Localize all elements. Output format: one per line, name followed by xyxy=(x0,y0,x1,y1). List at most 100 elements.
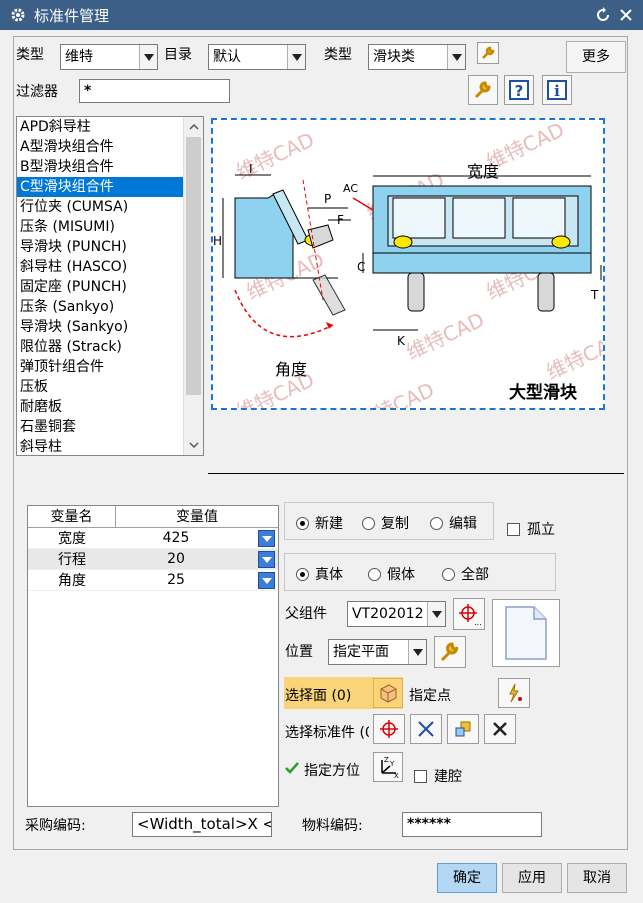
apply-button[interactable]: 应用 xyxy=(502,863,562,893)
svg-text:?: ? xyxy=(515,82,524,100)
list-item[interactable]: 弹顶针组合件 xyxy=(17,357,183,377)
list-item[interactable]: 导滑块 (Sankyo) xyxy=(17,317,183,337)
table-row[interactable]: 宽度 425 xyxy=(28,528,278,549)
table-row[interactable]: 角度 25 xyxy=(28,570,278,591)
type-select-value: 维特 xyxy=(65,49,93,65)
mode-copy-radio[interactable]: 复制 xyxy=(362,513,409,533)
specify-orient-button[interactable]: Z X Y xyxy=(373,752,403,782)
catalog-select-value: 默认 xyxy=(213,49,241,65)
radio-label: 真体 xyxy=(315,567,343,583)
mode-new-radio[interactable]: 新建 xyxy=(296,513,343,533)
purchase-code-label: 采购编码: xyxy=(25,818,86,834)
select-parent-button[interactable]: ... xyxy=(453,598,485,630)
cancel-button[interactable]: 取消 xyxy=(567,863,627,893)
refresh-icon[interactable] xyxy=(593,5,613,25)
type-select[interactable]: 维特 xyxy=(60,44,158,70)
type2-select[interactable]: 滑块类 xyxy=(368,44,466,70)
list-item[interactable]: 耐磨板 xyxy=(17,397,183,417)
list-item[interactable]: APD斜导柱 xyxy=(17,117,183,137)
delete-button[interactable] xyxy=(484,714,516,744)
component-list[interactable]: APD斜导柱 A型滑块组合件 B型滑块组合件 C型滑块组合件 行位夹 (CUMSA) 压条… xyxy=(16,116,204,456)
slider-drawing xyxy=(222,174,602,338)
position-label: 位置 xyxy=(285,644,313,660)
list-item[interactable]: 压条 (MISUMI) xyxy=(17,217,183,237)
gear-icon[interactable] xyxy=(10,7,26,23)
list-item[interactable]: 石墨铜套 xyxy=(17,417,183,437)
list-item[interactable]: 压板 xyxy=(17,377,183,397)
variable-table[interactable]: 变量名 变量值 宽度 425 行程 20 角度 25 xyxy=(27,505,279,807)
specify-point-button[interactable] xyxy=(498,678,530,708)
dim-F-label: F xyxy=(337,213,344,227)
chevron-down-icon[interactable] xyxy=(408,640,426,664)
build-cavity-checkbox[interactable]: 建腔 xyxy=(414,766,462,786)
list-item[interactable]: 斜导柱 (HASCO) xyxy=(17,257,183,277)
chevron-up-icon[interactable] xyxy=(184,117,204,137)
specify-orient-label: 指定方位 xyxy=(304,763,360,779)
radio-dot xyxy=(296,516,309,530)
list-item[interactable]: C型滑块组合件 xyxy=(17,177,183,197)
parent-select[interactable]: VT202012 xyxy=(347,601,446,627)
separator-line xyxy=(208,473,624,474)
scrollbar-thumb[interactable] xyxy=(186,137,201,395)
list-item[interactable]: 限位器 (Strack) xyxy=(17,337,183,357)
body-all-radio[interactable]: 全部 xyxy=(442,564,489,584)
filter-input[interactable]: * xyxy=(79,79,230,103)
info-button[interactable]: i xyxy=(542,75,572,105)
copy-component-button[interactable] xyxy=(447,714,479,744)
list-item[interactable]: 固定座 (PUNCH) xyxy=(17,277,183,297)
list-item[interactable]: A型滑块组合件 xyxy=(17,137,183,157)
chevron-down-icon[interactable] xyxy=(139,45,157,69)
title-bar: 标准件管理 xyxy=(0,0,643,30)
ok-button[interactable]: 确定 xyxy=(437,863,497,893)
variable-value[interactable]: 25 xyxy=(116,572,236,588)
body-fake-radio[interactable]: 假体 xyxy=(368,564,415,584)
chevron-down-icon[interactable] xyxy=(258,530,275,547)
variable-value[interactable]: 425 xyxy=(116,530,236,546)
position-settings-button[interactable] xyxy=(434,636,466,668)
checkbox-box xyxy=(507,522,520,536)
document-preview-button[interactable] xyxy=(492,599,560,667)
list-item[interactable]: 导滑块 (PUNCH) xyxy=(17,237,183,257)
chevron-down-icon[interactable] xyxy=(447,45,465,69)
point-icon xyxy=(509,683,522,703)
wrench-button[interactable] xyxy=(477,42,499,64)
purchase-code-input[interactable]: <Width_total>X < xyxy=(132,812,272,837)
mode-edit-radio[interactable]: 编辑 xyxy=(430,513,477,533)
chevron-down-icon[interactable] xyxy=(258,572,275,589)
select-face-label[interactable]: 选择面 (0) xyxy=(285,685,351,705)
variable-value[interactable]: 20 xyxy=(116,551,236,567)
chevron-down-icon[interactable] xyxy=(427,602,445,626)
list-item[interactable]: 压条 (Sankyo) xyxy=(17,297,183,317)
chevron-down-icon[interactable] xyxy=(287,45,305,69)
table-row[interactable]: 行程 20 xyxy=(28,549,278,570)
variable-name: 宽度 xyxy=(58,531,86,547)
isolate-checkbox[interactable]: 孤立 xyxy=(507,519,555,539)
radio-label: 编辑 xyxy=(449,516,477,532)
position-select[interactable]: 指定平面 xyxy=(328,639,427,665)
settings-button[interactable] xyxy=(468,75,498,105)
body-solid-radio[interactable]: 真体 xyxy=(296,564,343,584)
select-std-button[interactable] xyxy=(373,714,405,744)
catalog-select[interactable]: 默认 xyxy=(208,44,306,70)
window-title: 标准件管理 xyxy=(34,6,110,25)
radio-label: 假体 xyxy=(387,567,415,583)
chevron-down-icon[interactable] xyxy=(258,551,275,568)
axes-icon: Z X Y xyxy=(381,756,399,779)
chevron-down-icon[interactable] xyxy=(184,435,204,455)
close-icon[interactable] xyxy=(616,5,636,25)
dim-H-label: H xyxy=(213,234,223,248)
help-button[interactable]: ? xyxy=(504,75,534,105)
list-item[interactable]: 斜导柱 xyxy=(17,437,183,455)
list-scrollbar[interactable] xyxy=(183,117,203,455)
material-code-input[interactable]: ****** xyxy=(402,812,542,837)
list-item[interactable]: 行位夹 (CUMSA) xyxy=(17,197,183,217)
info-icon: i xyxy=(547,80,567,100)
cube-icon xyxy=(380,684,397,703)
more-button[interactable]: 更多 xyxy=(566,41,626,73)
type-label: 类型 xyxy=(16,47,44,63)
select-face-button[interactable] xyxy=(373,678,403,708)
list-item[interactable]: B型滑块组合件 xyxy=(17,157,183,177)
material-code-label: 物料编码: xyxy=(302,818,363,834)
reposition-button[interactable] xyxy=(410,714,442,744)
parent-select-value: VT202012 xyxy=(352,606,424,622)
